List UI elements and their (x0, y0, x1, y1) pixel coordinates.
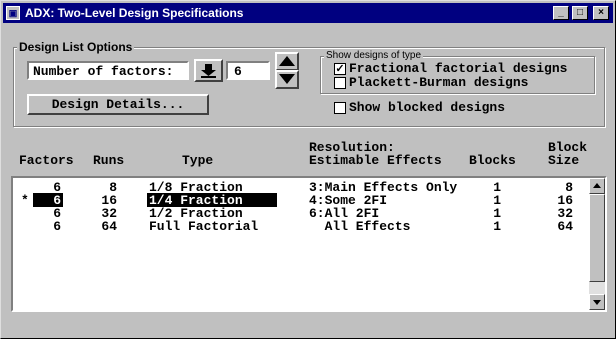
window-title: ADX: Two-Level Design Specifications (25, 6, 244, 20)
factors-lookup-button[interactable] (194, 59, 223, 82)
vertical-scrollbar[interactable] (589, 178, 605, 310)
header-factors: Factors (19, 153, 74, 168)
factors-decrement-button[interactable] (275, 70, 299, 89)
plackett-checkbox[interactable] (334, 77, 346, 89)
show-designs-label: Show designs of type (324, 50, 424, 61)
download-arrow-icon (201, 64, 216, 78)
row-factors: 6 (53, 219, 61, 234)
fractional-label: Fractional factorial designs (349, 61, 568, 76)
scroll-down-arrow-icon (593, 300, 601, 305)
blocked-checkbox[interactable] (334, 102, 346, 114)
maximize-button[interactable]: □ (572, 6, 588, 20)
header-runs: Runs (93, 153, 125, 168)
main-window: ▣ ADX: Two-Level Design Specifications _… (0, 0, 616, 339)
minimize-button[interactable]: _ (553, 6, 569, 20)
header-type: Type (182, 153, 214, 168)
design-list[interactable]: 6 8 1/8 Fraction 3:Main Effects Only 1 8… (11, 176, 607, 312)
factors-value: 6 (234, 64, 242, 79)
design-details-button[interactable]: Design Details... (27, 94, 209, 115)
design-details-label: Design Details... (51, 97, 185, 112)
title-bar[interactable]: ▣ ADX: Two-Level Design Specifications _… (3, 3, 613, 23)
factors-increment-button[interactable] (275, 52, 299, 71)
blocked-label: Show blocked designs (349, 100, 506, 115)
scroll-up-button[interactable] (589, 178, 605, 194)
row-blocks: 1 (493, 219, 501, 234)
scroll-thumb[interactable] (589, 194, 605, 282)
row-runs: 64 (101, 219, 117, 234)
row-block-size: 64 (557, 219, 573, 234)
factors-label-box: Number of factors: (27, 61, 189, 80)
header-estimable-effects: Estimable Effects (309, 153, 442, 168)
plackett-label: Plackett-Burman designs (349, 75, 529, 90)
header-size: Size (548, 153, 580, 168)
close-button[interactable]: × (593, 6, 609, 20)
row-resolution: All Effects (309, 219, 411, 234)
factors-label: Number of factors: (33, 64, 174, 79)
down-triangle-icon (279, 74, 295, 84)
factors-input[interactable]: 6 (226, 61, 270, 80)
scroll-up-arrow-icon (593, 183, 601, 188)
row-type: Full Factorial (149, 219, 259, 234)
design-list-options-label: Design List Options (17, 40, 135, 54)
scroll-down-button[interactable] (589, 294, 605, 310)
up-triangle-icon (279, 56, 295, 66)
app-icon: ▣ (6, 6, 20, 20)
fractional-checkbox[interactable]: ✓ (334, 63, 346, 75)
header-blocks: Blocks (469, 153, 516, 168)
